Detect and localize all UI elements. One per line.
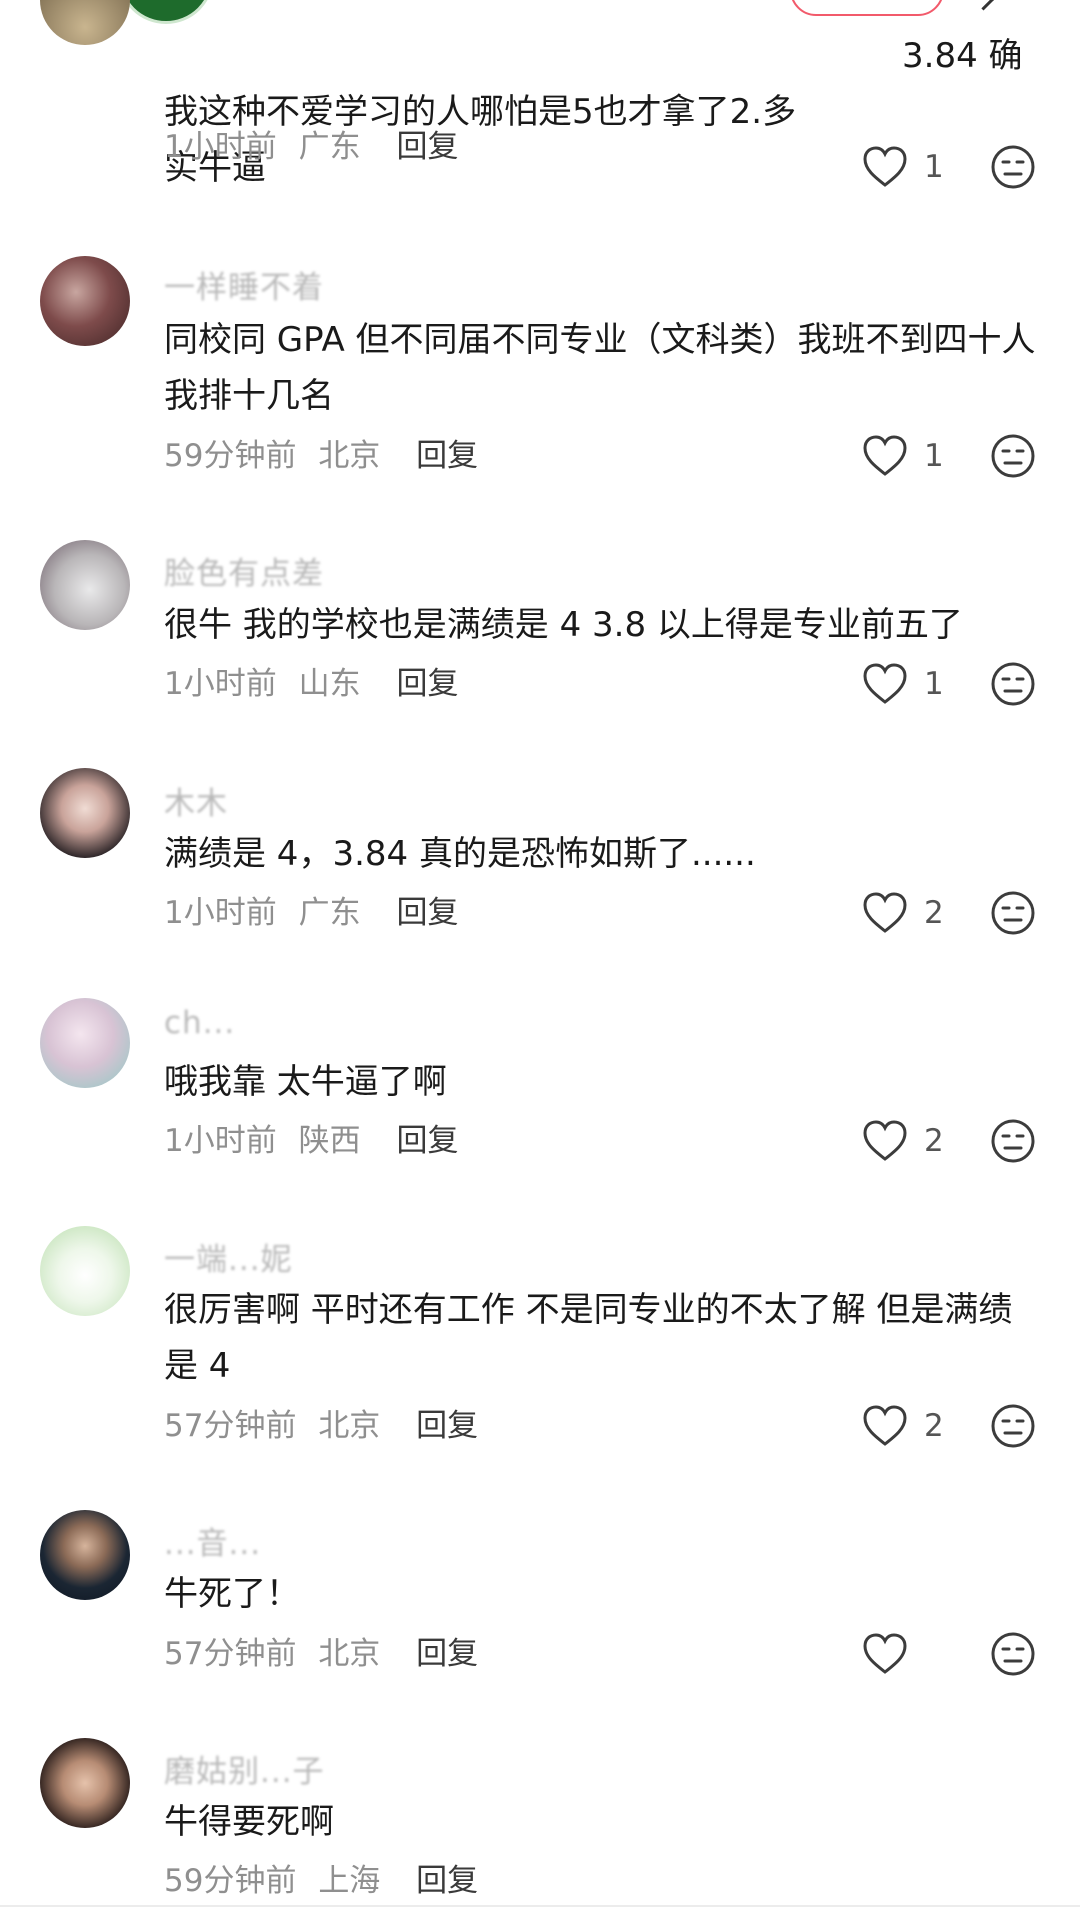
reply-button[interactable]: 回复 [396,895,458,931]
comment-location: 北京 [318,438,381,474]
heart-outline-icon [863,1633,907,1674]
comment-meta: 57分钟前 北京 回复 [164,1628,478,1673]
comment-meta: 1小时前 广东 回复 [164,887,458,932]
heart-outline-icon [863,663,907,704]
comment-location: 北京 [318,1408,381,1444]
follow-button[interactable] [790,0,944,16]
like-button[interactable]: 1 [862,661,944,707]
comment-time: 1小时前 [164,1123,277,1159]
neutral-face-icon[interactable] [990,890,1036,936]
divider [0,1905,1080,1907]
like-count: 1 [924,149,944,185]
like-button[interactable]: 2 [862,1403,944,1449]
like-count: 1 [924,666,944,702]
heart-outline-icon [863,146,907,187]
avatar[interactable] [40,540,130,630]
comment-time: 1小时前 [164,666,277,702]
comment-location: 广东 [298,895,361,931]
like-count: 2 [924,1123,944,1159]
comment-text-tail: 3.84 确 [902,36,1023,76]
like-button[interactable]: 2 [862,1118,944,1164]
avatar[interactable] [40,256,130,346]
reply-button[interactable]: 回复 [396,1123,458,1159]
comment-time: 1小时前 [164,129,277,165]
avatar[interactable] [40,1226,130,1316]
comment-meta: 1小时前 广东 回复 [164,121,458,166]
neutral-face-icon[interactable] [990,1631,1036,1677]
neutral-face-icon[interactable] [990,1118,1036,1164]
heart-outline-icon [863,435,907,476]
comment-text: 很牛 我的学校也是满绩是 4 3.8 以上得是专业前五了 [164,605,963,645]
comment-time: 59分钟前 [164,1863,297,1899]
neutral-face-icon[interactable] [990,661,1036,707]
like-button[interactable]: 2 [862,890,944,936]
heart-outline-icon [863,1120,907,1161]
comment-username[interactable]: 木木 [164,778,228,823]
comment-username[interactable]: 一样睡不着 [164,262,324,307]
like-button[interactable] [862,1631,924,1677]
comment-meta: 1小时前 陕西 回复 [164,1115,458,1160]
comment-time: 57分钟前 [164,1636,297,1672]
reply-button[interactable]: 回复 [416,1863,478,1899]
like-count: 2 [924,1408,944,1444]
account-avatar[interactable] [118,0,214,24]
reply-button[interactable]: 回复 [416,1636,478,1672]
comment-text: 哦我靠 太牛逼了啊 [164,1062,447,1102]
neutral-face-icon[interactable] [990,1403,1036,1449]
comment-location: 广东 [298,129,361,165]
avatar[interactable] [40,1738,130,1828]
comment-time: 59分钟前 [164,438,297,474]
avatar[interactable] [40,1510,130,1600]
comment-location: 陕西 [298,1123,361,1159]
reply-button[interactable]: 回复 [416,1408,478,1444]
comment-meta: 59分钟前 北京 回复 [164,430,478,475]
comment-meta: 59分钟前 上海 回复 [164,1855,478,1900]
comment-location: 北京 [318,1636,381,1672]
comment-text: 牛死了！ [164,1574,300,1614]
comment-meta: 1小时前 山东 回复 [164,658,458,703]
comment-location: 上海 [318,1863,381,1899]
comment-username[interactable]: 一端...妮 [164,1234,293,1279]
top-bar [0,0,1080,24]
like-button[interactable]: 1 [862,144,944,190]
avatar[interactable] [40,0,130,45]
comment-list-page: 我这种不爱学习的人哪怕是5也才拿了2.多 实牛逼 3.84 确 1小时前 广东 … [0,0,1080,1919]
comment-username[interactable]: 脸色有点差 [164,548,324,593]
neutral-face-icon[interactable] [990,433,1036,479]
comment-text: 很厉害啊 平时还有工作 不是同专业的不太了解 但是满绩 是 4 [164,1290,1013,1386]
avatar[interactable] [40,998,130,1088]
reply-button[interactable]: 回复 [396,666,458,702]
reply-button[interactable]: 回复 [416,438,478,474]
comment-text: 满绩是 4，3.84 真的是恐怖如斯了...... [164,834,756,874]
comment-meta: 57分钟前 北京 回复 [164,1400,478,1445]
comment-location: 山东 [298,666,361,702]
neutral-face-icon[interactable] [990,144,1036,190]
comment-username[interactable]: ch... [164,1005,235,1041]
comment-text: 牛得要死啊 [164,1802,334,1842]
comment-username[interactable]: 磨姑别...子 [164,1746,325,1791]
heart-outline-icon [863,892,907,933]
like-count: 1 [924,438,944,474]
like-button[interactable]: 1 [862,433,944,479]
comment-time: 1小时前 [164,895,277,931]
comment-username[interactable]: ...音... [164,1518,261,1563]
reply-button[interactable]: 回复 [396,129,458,165]
like-count: 2 [924,895,944,931]
heart-outline-icon [863,1405,907,1446]
comment-time: 57分钟前 [164,1408,297,1444]
more-icon[interactable] [971,0,996,11]
avatar[interactable] [40,768,130,858]
comment-text: 同校同 GPA 但不同届不同专业（文科类）我班不到四十人 我排十几名 [164,320,1036,416]
